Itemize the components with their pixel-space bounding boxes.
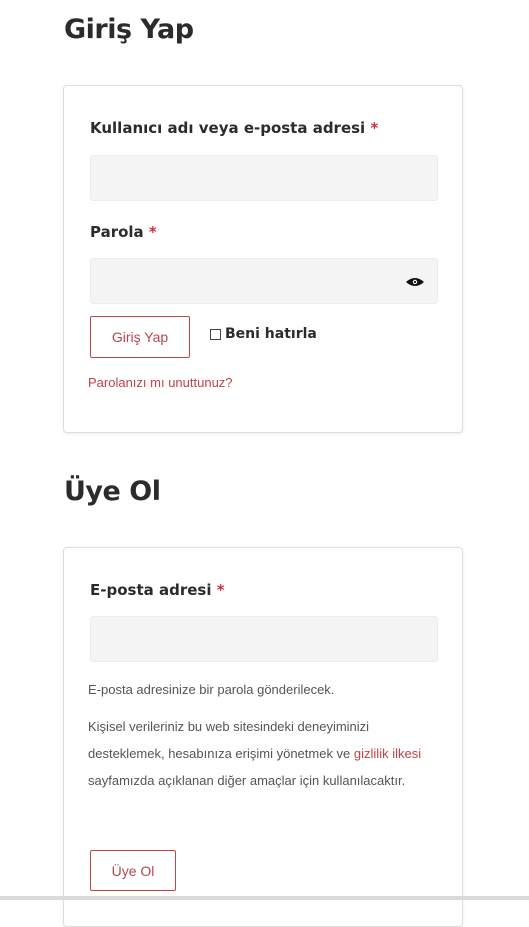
login-button[interactable]: Giriş Yap xyxy=(90,316,190,358)
required-marker: * xyxy=(216,581,225,599)
username-label-text: Kullanıcı adı veya e-posta adresi xyxy=(90,119,366,137)
privacy-policy-link[interactable]: gizlilik ilkesi xyxy=(354,746,421,761)
password-field[interactable] xyxy=(90,258,438,304)
register-button[interactable]: Üye Ol xyxy=(90,850,176,891)
eye-icon[interactable] xyxy=(405,276,425,288)
remember-checkbox[interactable] xyxy=(210,328,221,340)
privacy-text-after: sayfamızda açıklanan diğer amaçlar için … xyxy=(88,773,406,788)
register-form: E-posta adresi * E-posta adresinize bir … xyxy=(63,547,463,927)
register-title: Üye Ol xyxy=(64,476,161,507)
username-label: Kullanıcı adı veya e-posta adresi * xyxy=(90,119,378,137)
remember-me[interactable]: Beni hatırla xyxy=(210,326,317,342)
password-label-text: Parola xyxy=(90,223,144,241)
lost-password-link[interactable]: Parolanızı mı unuttunuz? xyxy=(88,375,233,390)
privacy-text-before: Kişisel verileriniz bu web sitesindeki d… xyxy=(88,719,370,761)
login-form: Kullanıcı adı veya e-posta adresi * Paro… xyxy=(63,85,463,433)
username-input[interactable] xyxy=(90,155,438,201)
remember-label: Beni hatırla xyxy=(225,326,317,342)
email-input[interactable] xyxy=(90,616,438,662)
privacy-policy-text: Kişisel verileriniz bu web sitesindeki d… xyxy=(88,713,428,794)
email-label-text: E-posta adresi xyxy=(90,581,212,599)
email-label: E-posta adresi * xyxy=(90,581,225,599)
divider xyxy=(0,896,529,900)
password-label: Parola * xyxy=(90,223,157,241)
required-marker: * xyxy=(148,223,157,241)
required-marker: * xyxy=(370,119,379,137)
password-sent-note: E-posta adresinize bir parola gönderilec… xyxy=(88,682,335,697)
password-input[interactable] xyxy=(91,259,437,303)
login-title: Giriş Yap xyxy=(64,14,194,45)
